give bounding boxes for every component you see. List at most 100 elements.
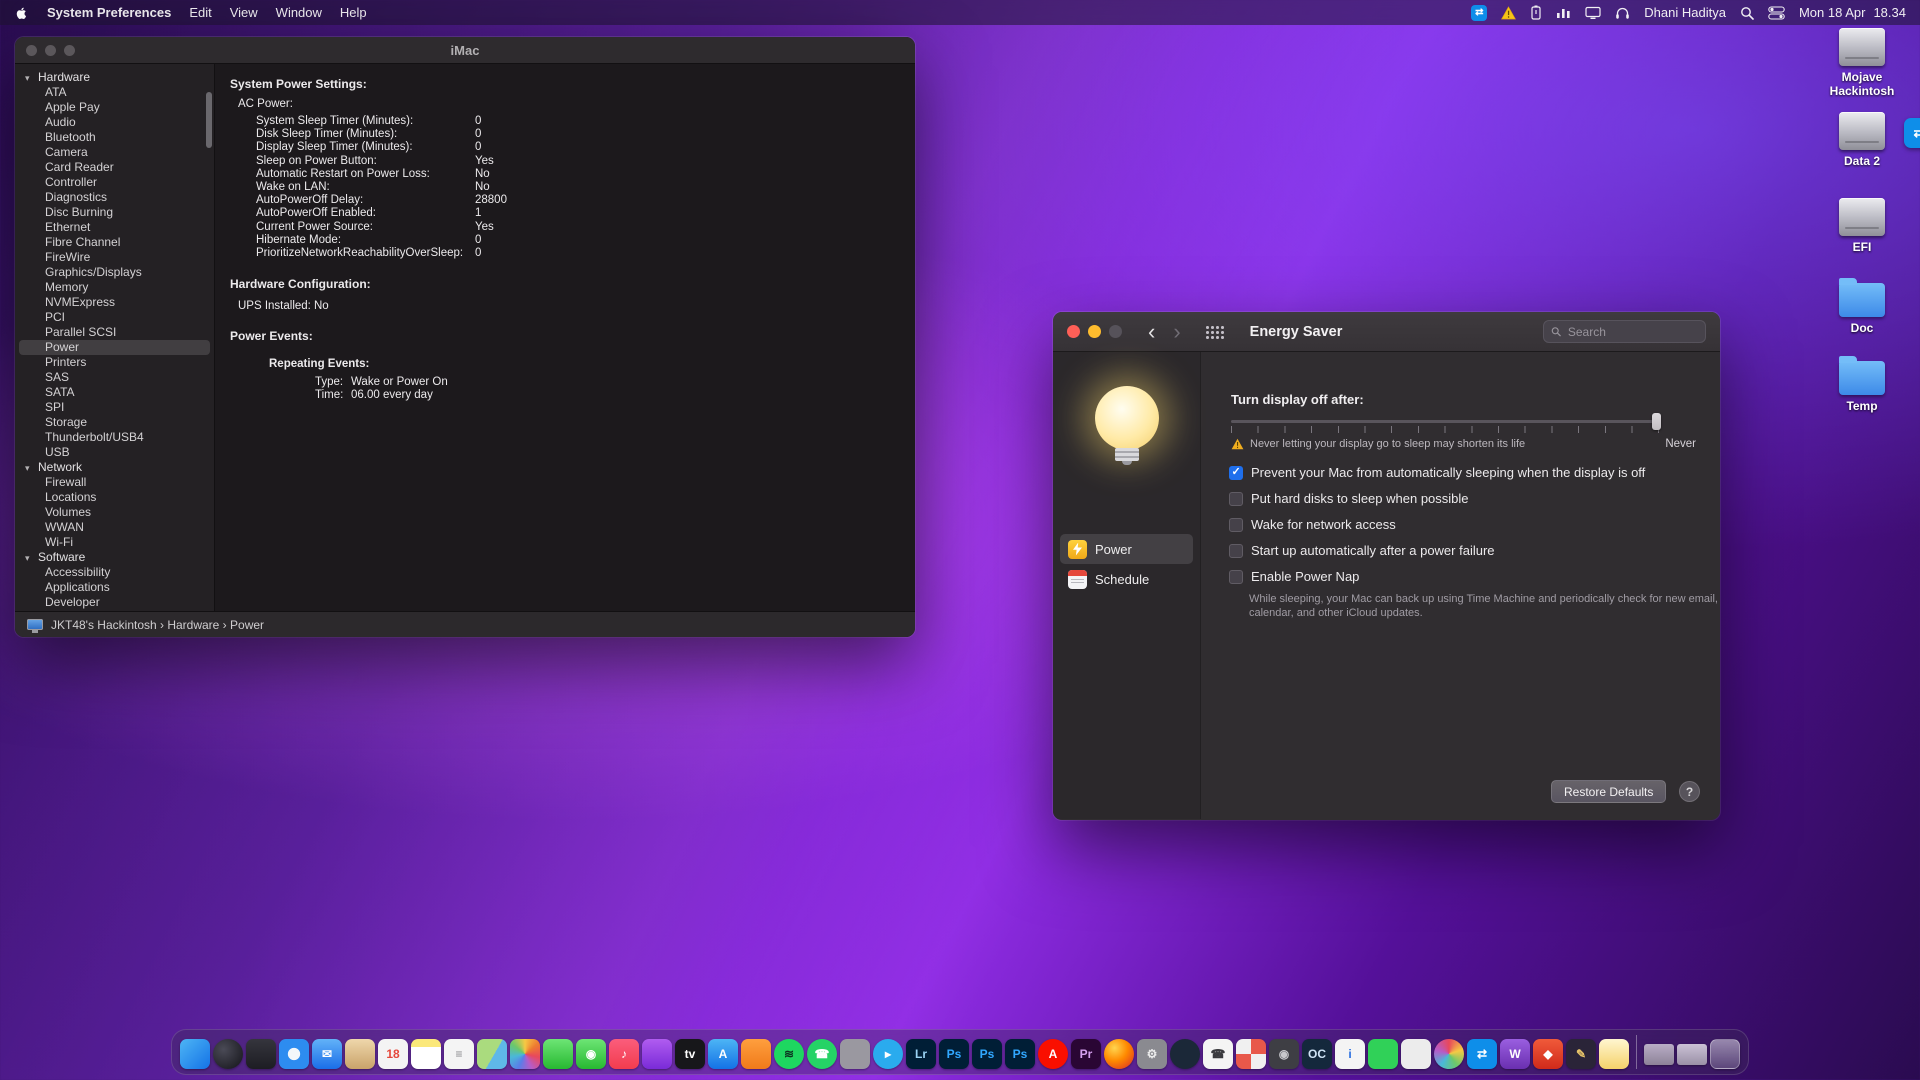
disclosure-triangle-icon[interactable]: ▾: [25, 551, 38, 565]
search-field[interactable]: [1543, 320, 1706, 343]
sidebar-item[interactable]: Apple Pay: [19, 100, 210, 115]
dock-icon[interactable]: [510, 1039, 540, 1069]
close-button[interactable]: [26, 45, 37, 56]
sidebar-item[interactable]: SAS: [19, 370, 210, 385]
display-status-icon[interactable]: [1585, 4, 1601, 21]
warning-status-icon[interactable]: [1501, 4, 1516, 21]
sidebar-item[interactable]: SATA: [19, 385, 210, 400]
desktop-icon[interactable]: Mojave Hackintosh: [1814, 28, 1910, 98]
sidebar-item[interactable]: Graphics/Displays: [19, 265, 210, 280]
activity-status-icon[interactable]: [1556, 4, 1571, 21]
restore-defaults-button[interactable]: Restore Defaults: [1551, 780, 1666, 803]
dock-icon[interactable]: [1104, 1039, 1134, 1069]
dock-icon[interactable]: [1236, 1039, 1266, 1069]
sidebar-item[interactable]: Locations: [19, 490, 210, 505]
dock-icon[interactable]: ▸: [873, 1039, 903, 1069]
dock-icon[interactable]: [1368, 1039, 1398, 1069]
dock-icon[interactable]: [279, 1039, 309, 1069]
dock-icon[interactable]: [1599, 1039, 1629, 1069]
dock-icon[interactable]: [477, 1039, 507, 1069]
search-input[interactable]: [1566, 324, 1698, 340]
sidebar-item[interactable]: Controller: [19, 175, 210, 190]
zoom-button[interactable]: [64, 45, 75, 56]
sidebar-item[interactable]: Firewall: [19, 475, 210, 490]
control-center-icon[interactable]: [1768, 4, 1785, 21]
energy-nav-item[interactable]: Power: [1060, 534, 1193, 564]
checkbox-row[interactable]: Prevent your Mac from automatically slee…: [1229, 462, 1645, 483]
sidebar-item[interactable]: NVMExpress: [19, 295, 210, 310]
checkbox-row[interactable]: Wake for network access: [1229, 514, 1645, 535]
teamviewer-status-icon[interactable]: ⇄: [1471, 4, 1487, 21]
sidebar-item[interactable]: Applications: [19, 580, 210, 595]
dock-icon[interactable]: [1434, 1039, 1464, 1069]
sidebar-item[interactable]: Wi-Fi: [19, 535, 210, 550]
sidebar-item[interactable]: Disc Burning: [19, 205, 210, 220]
dock-icon[interactable]: ◉: [576, 1039, 606, 1069]
menu-item[interactable]: Window: [276, 5, 322, 20]
menu-item[interactable]: View: [230, 5, 258, 20]
dock-icon[interactable]: ◆: [1533, 1039, 1563, 1069]
dock-icon[interactable]: ☎: [807, 1039, 837, 1069]
dock-icon[interactable]: ⇄: [1467, 1039, 1497, 1069]
checkbox-row[interactable]: Put hard disks to sleep when possible: [1229, 488, 1645, 509]
slider-track[interactable]: [1231, 420, 1659, 423]
sidebar-scrollbar[interactable]: [206, 92, 212, 148]
display-off-slider[interactable]: [1231, 416, 1659, 436]
dock-icon[interactable]: A: [1038, 1039, 1068, 1069]
dock-icon[interactable]: [1170, 1039, 1200, 1069]
dock-icon[interactable]: A: [708, 1039, 738, 1069]
desktop-icon[interactable]: EFI: [1814, 198, 1910, 254]
zoom-button[interactable]: [1109, 325, 1122, 338]
minimize-button[interactable]: [1088, 325, 1101, 338]
sidebar-item[interactable]: ▾Network: [19, 460, 210, 475]
sidebar-item[interactable]: SPI: [19, 400, 210, 415]
dock-icon[interactable]: [1677, 1044, 1707, 1065]
dock-icon[interactable]: [213, 1039, 243, 1069]
dock-icon[interactable]: [543, 1039, 573, 1069]
sidebar-item[interactable]: Card Reader: [19, 160, 210, 175]
dock-icon[interactable]: i: [1335, 1039, 1365, 1069]
dock-icon[interactable]: Ps: [1005, 1039, 1035, 1069]
sidebar-item[interactable]: Fibre Channel: [19, 235, 210, 250]
checkbox[interactable]: [1229, 518, 1243, 532]
checkbox[interactable]: [1229, 492, 1243, 506]
close-button[interactable]: [1067, 325, 1080, 338]
dock-icon[interactable]: OC: [1302, 1039, 1332, 1069]
desktop-icon-image[interactable]: [1839, 361, 1885, 395]
dock-icon[interactable]: [1636, 1035, 1637, 1069]
sidebar-item[interactable]: PCI: [19, 310, 210, 325]
checkbox[interactable]: [1229, 544, 1243, 558]
sidebar-item[interactable]: Memory: [19, 280, 210, 295]
teamviewer-edge-badge[interactable]: ⇄: [1904, 118, 1920, 148]
dock-icon[interactable]: W: [1500, 1039, 1530, 1069]
slider-thumb[interactable]: [1652, 413, 1661, 430]
sidebar-item[interactable]: Volumes: [19, 505, 210, 520]
help-button[interactable]: ?: [1679, 781, 1700, 802]
app-menu-title[interactable]: System Preferences: [47, 5, 171, 20]
sidebar-item[interactable]: Parallel SCSI: [19, 325, 210, 340]
dock-icon[interactable]: ☎: [1203, 1039, 1233, 1069]
dock-icon[interactable]: Ps: [972, 1039, 1002, 1069]
dock-icon[interactable]: [411, 1039, 441, 1069]
sidebar-item[interactable]: Disabled Software: [19, 610, 210, 611]
menu-item[interactable]: Edit: [189, 5, 211, 20]
forward-button[interactable]: ›: [1173, 322, 1180, 342]
dock-icon[interactable]: Pr: [1071, 1039, 1101, 1069]
sidebar-item[interactable]: Accessibility: [19, 565, 210, 580]
headphones-status-icon[interactable]: [1615, 4, 1630, 21]
sidebar-item[interactable]: Thunderbolt/USB4: [19, 430, 210, 445]
desktop-icon-image[interactable]: [1839, 112, 1885, 150]
dock-icon[interactable]: [246, 1039, 276, 1069]
spotlight-icon[interactable]: [1740, 4, 1754, 21]
sidebar-item[interactable]: ▾Software: [19, 550, 210, 565]
energy-titlebar[interactable]: ‹ › Energy Saver: [1053, 312, 1720, 352]
desktop-icon-image[interactable]: [1839, 283, 1885, 317]
desktop-icon[interactable]: Temp: [1814, 356, 1910, 413]
dock-icon[interactable]: [1401, 1039, 1431, 1069]
dock-icon[interactable]: [180, 1039, 210, 1069]
checkbox[interactable]: [1229, 570, 1243, 584]
disclosure-triangle-icon[interactable]: ▾: [25, 461, 38, 475]
sidebar-item[interactable]: Diagnostics: [19, 190, 210, 205]
energy-nav-item[interactable]: Schedule: [1060, 564, 1193, 594]
checkbox-row[interactable]: Enable Power Nap: [1229, 566, 1645, 587]
